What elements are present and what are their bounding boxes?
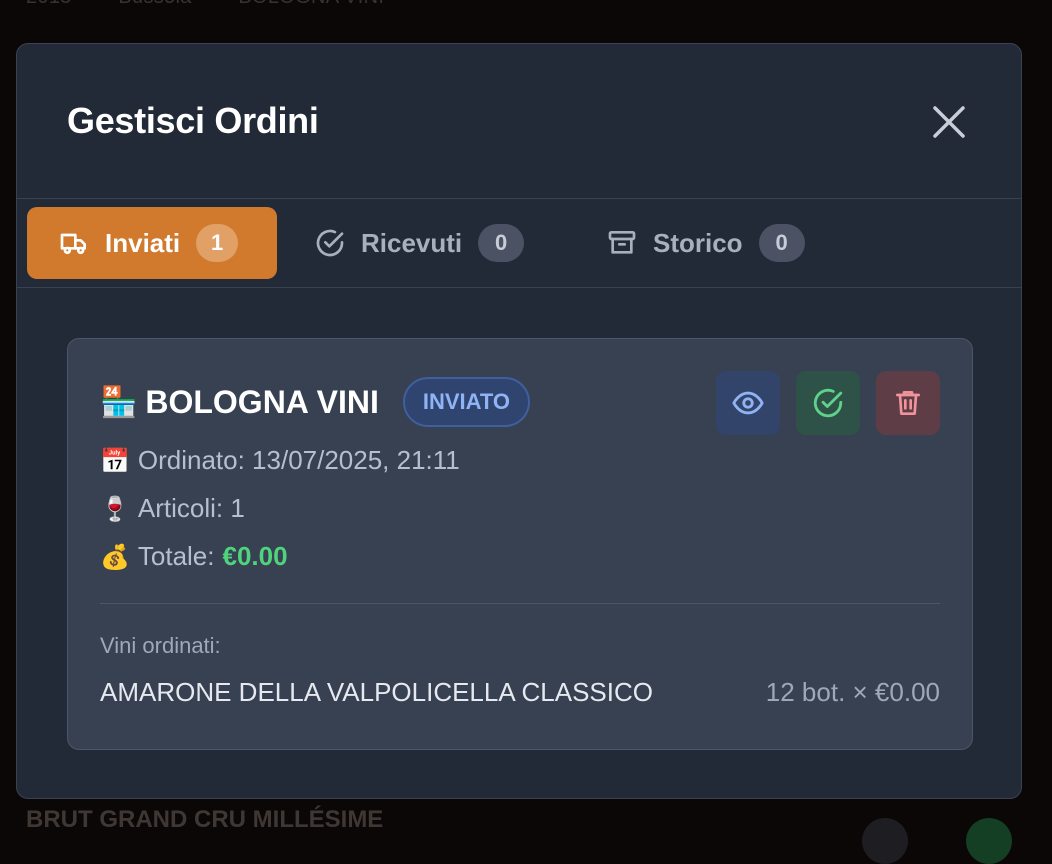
order-date: 📅 Ordinato: 13/07/2025, 21:11: [100, 445, 460, 476]
tab-count-badge: 0: [758, 224, 805, 262]
archive-icon: [605, 226, 639, 260]
wine-glass-icon: 🍷: [100, 494, 130, 523]
store-icon: 🏪: [100, 384, 138, 420]
trash-icon: [896, 391, 920, 415]
supplier-name: BOLOGNA VINI: [145, 383, 379, 420]
order-total-label: Totale:: [137, 541, 215, 571]
tab-storico[interactable]: Storico 0: [575, 207, 835, 279]
tab-ricevuti[interactable]: Ricevuti 0: [283, 207, 555, 279]
tab-bar: Inviati 1 Ricevuti 0 Storico 0: [17, 199, 1021, 288]
modal-header: Gestisci Ordini: [17, 44, 1021, 199]
orders-modal: Gestisci Ordini Inviati 1 Ricevuti 0 Sto…: [16, 43, 1022, 799]
tab-label: Ricevuti: [361, 227, 463, 258]
wine-row: AMARONE DELLA VALPOLICELLA CLASSICO 12 b…: [100, 677, 940, 708]
tab-count-badge: 0: [478, 224, 525, 262]
status-badge: INVIATO: [402, 377, 531, 427]
breadcrumb-item: BOLOGNA VINI: [238, 0, 384, 8]
wine-name: AMARONE DELLA VALPOLICELLA CLASSICO: [100, 677, 653, 707]
background-item-title: BRUT GRAND CRU MILLÉSIME: [26, 806, 384, 833]
view-order-button[interactable]: [716, 371, 780, 435]
background-button: [966, 818, 1012, 864]
mark-received-button[interactable]: [796, 371, 860, 435]
money-bag-icon: 💰: [100, 542, 130, 571]
modal-title: Gestisci Ordini: [67, 100, 319, 141]
delete-order-button[interactable]: [876, 371, 940, 435]
background-breadcrumb: 2015 · Bussola · BOLOGNA VINI: [26, 0, 398, 9]
eye-icon: [732, 391, 764, 415]
wine-quantity: 12 bot. × €0.00: [765, 677, 940, 707]
tab-label: Storico: [653, 227, 743, 258]
tab-inviati[interactable]: Inviati 1: [27, 207, 277, 279]
order-items-count: 🍷 Articoli: 1: [100, 493, 245, 524]
breadcrumb-item: Bussola: [118, 0, 191, 8]
background-button: [862, 818, 908, 864]
close-button[interactable]: [929, 102, 969, 142]
order-actions: [716, 371, 956, 435]
order-date-text: Ordinato: 13/07/2025, 21:11: [137, 445, 460, 475]
tab-label: Inviati: [105, 227, 181, 258]
calendar-icon: 📅: [100, 446, 130, 475]
wines-label: Vini ordinati:: [100, 633, 221, 658]
order-header: 🏪 BOLOGNA VINI INVIATO: [100, 377, 531, 427]
order-items-text: Articoli: 1: [137, 493, 245, 523]
truck-icon: [57, 226, 91, 260]
divider: [100, 603, 940, 604]
order-card: 🏪 BOLOGNA VINI INVIATO 📅 Ordinato: 13/07…: [67, 338, 973, 750]
tab-count-badge: 1: [196, 224, 239, 262]
close-icon: [933, 106, 965, 138]
order-total-value: €0.00: [222, 541, 288, 571]
order-total: 💰 Totale: €0.00: [100, 541, 288, 572]
breadcrumb-item: 2015: [26, 0, 72, 8]
check-circle-icon: [813, 388, 843, 418]
check-circle-icon: [313, 226, 347, 260]
